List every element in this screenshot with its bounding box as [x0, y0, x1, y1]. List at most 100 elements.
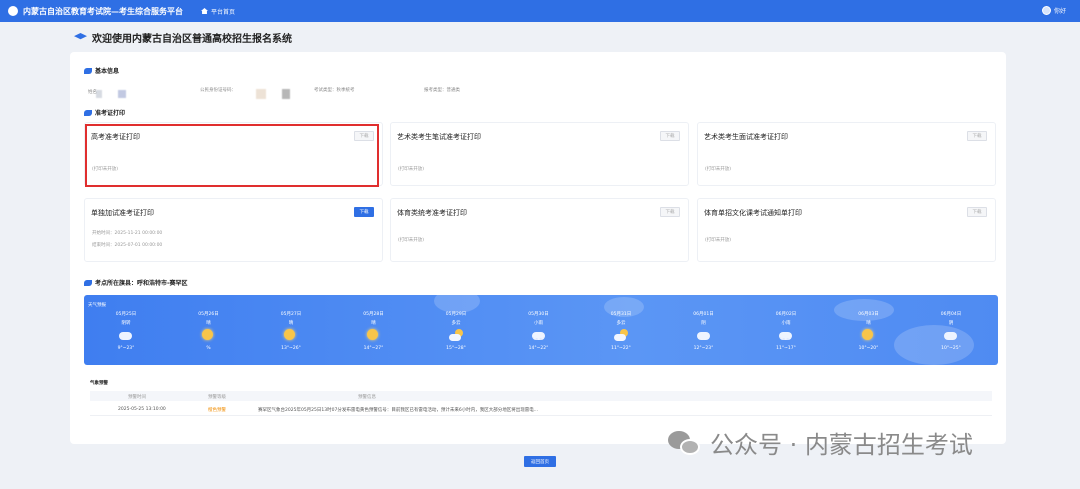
top-nav-bar: 内蒙古自治区教育考试院—考生综合服务平台 平台首页 你好 — [0, 0, 1080, 22]
avatar — [1041, 6, 1051, 15]
redacted-id — [256, 89, 266, 99]
weather-day: 06月02日 小雨 11°~17° — [756, 311, 816, 361]
weather-day: 05月25日 阴转 9°~23° — [96, 311, 156, 361]
download-button[interactable]: 下载 — [660, 207, 680, 217]
download-button[interactable]: 下载 — [354, 207, 374, 217]
card-note: (打印未开放) — [398, 167, 425, 172]
wechat-icon — [668, 428, 702, 458]
weather-temp: % — [206, 346, 211, 351]
download-button[interactable]: 下载 — [660, 131, 680, 141]
card-note: (打印未开放) — [705, 238, 732, 243]
weather-temp: 9°~23° — [117, 346, 135, 351]
sun-icon — [201, 329, 216, 341]
sun-icon — [366, 329, 381, 341]
id-label: 公民身份证号码： — [200, 88, 236, 93]
weather-condition: 阴转 — [121, 321, 131, 326]
table-row: 2025-05-25 13:10:00 橙色预警 赛罕区气象台2025年05月2… — [90, 404, 992, 416]
weather-day: 05月31日 多云 11°~22° — [591, 311, 651, 361]
card-separate-exam-ticket: 单独加试准考证打印 下载 开始时间：2025-11-21 00:00:00 结束… — [84, 198, 383, 262]
graduation-cap-icon — [74, 33, 87, 40]
weather-date: 06月03日 — [858, 312, 879, 317]
weather-temp: 11°~17° — [776, 346, 796, 351]
weather-condition: 晴 — [371, 321, 376, 326]
weather-temp: 10°~25° — [941, 346, 961, 351]
location-title: 考点所在旗县：呼和浩特市-赛罕区 — [95, 280, 188, 287]
weather-day: 05月30日 小雨 14°~22° — [509, 311, 569, 361]
card-title: 体育类统考准考证打印 — [397, 209, 467, 217]
weather-temp: 13°~26° — [281, 346, 301, 351]
weather-day: 06月01日阴 12°~23° — [674, 311, 734, 361]
start-time: 开始时间：2025-11-21 00:00:00 — [92, 231, 163, 236]
weather-date: 05月29日 — [445, 312, 467, 317]
redacted-id — [282, 89, 290, 99]
watermark-text: 公众号 · 内蒙古招生考试 — [710, 431, 973, 459]
weather-condition: 多云 — [616, 321, 626, 326]
sun-icon — [284, 329, 298, 341]
header-level: 预警等级 — [208, 395, 226, 400]
alert-level: 橙色预警 — [208, 408, 226, 413]
table-header: 预警时间 预警等级 预警信息 — [90, 391, 992, 401]
section-marker-icon — [84, 279, 92, 286]
weather-day: 06月03日晴 10°~20° — [839, 311, 899, 361]
home-link[interactable]: 平台首页 — [201, 7, 235, 16]
card-title: 艺术类考生面试准考证打印 — [704, 133, 788, 141]
sun-icon — [861, 329, 876, 341]
download-button[interactable]: 下载 — [967, 207, 987, 217]
card-art-interview-ticket: 艺术类考生面试准考证打印 下载 (打印未开放) — [697, 122, 996, 186]
card-sports-culture-notice: 体育单招文化课考试通知单打印 下载 (打印未开放) — [697, 198, 996, 262]
card-note: (打印未开放) — [398, 238, 425, 243]
weather-date: 06月01日 — [693, 312, 714, 317]
weather-day: 05月28日晴 14°~27° — [344, 311, 404, 361]
weather-condition: 多云 — [451, 321, 461, 326]
alert-table: 预警时间 预警等级 预警信息 2025-05-25 13:10:00 橙色预警 … — [90, 391, 992, 419]
weather-temp: 14°~27° — [363, 346, 384, 351]
redacted-name — [96, 90, 102, 98]
weather-condition: 晴 — [206, 321, 211, 326]
header-time: 预警时间 — [128, 395, 146, 400]
weather-day: 05月29日 多云 15°~28° — [426, 311, 486, 361]
weather-temp: 15°~28° — [446, 346, 466, 351]
logo-icon — [8, 6, 18, 16]
watermark: 公众号 · 内蒙古招生考试 — [668, 425, 973, 460]
weather-temp: 12°~23° — [693, 346, 714, 351]
basic-info-row: 姓名 公民身份证号码： 考试类型：秋季统考 报考类型：普通类 — [88, 87, 988, 101]
section-marker-icon — [84, 109, 92, 116]
end-time: 结束时间：2025-07-01 00:00:00 — [92, 243, 163, 248]
page-header: 欢迎使用内蒙古自治区普通高校招生报名系统 — [74, 30, 292, 45]
user-menu[interactable]: 你好 — [1041, 6, 1066, 15]
section-marker-icon — [84, 67, 92, 74]
weather-date: 05月26日 — [198, 312, 219, 317]
redacted-name — [118, 90, 126, 98]
weather-panel: 天气预报 05月25日 阴转 9°~23° 05月26日晴% 05月27日晴 13°~26… — [84, 295, 998, 365]
partly-cloudy-icon — [449, 329, 463, 341]
partly-cloudy-icon — [614, 329, 628, 341]
weather-condition: 晴 — [288, 321, 294, 326]
weather-day: 05月26日晴% — [179, 311, 239, 361]
card-title: 体育单招文化课考试通知单打印 — [704, 209, 802, 217]
weather-date: 05月27日 — [280, 312, 302, 317]
back-home-button[interactable]: 返回首页 — [524, 456, 556, 467]
weather-condition: 小雨 — [781, 321, 791, 326]
system-title: 内蒙古自治区教育考试院—考生综合服务平台 — [23, 6, 183, 16]
weather-condition: 阴 — [948, 321, 954, 326]
weather-condition: 阴 — [701, 321, 706, 326]
cloudy-icon — [119, 329, 133, 341]
admission-title: 准考证打印 — [95, 110, 126, 117]
admission-heading: 准考证打印 — [84, 108, 125, 117]
card-title: 单独加试准考证打印 — [91, 209, 154, 217]
basic-info-title: 基本信息 — [95, 68, 120, 75]
page-title: 欢迎使用内蒙古自治区普通高校招生报名系统 — [92, 34, 292, 45]
weather-temp: 10°~20° — [858, 346, 879, 351]
exam-type: 考试类型：秋季统考 — [314, 88, 355, 93]
basic-info-heading: 基本信息 — [84, 66, 119, 75]
cloudy-icon — [944, 329, 958, 341]
download-button[interactable]: 下载 — [967, 131, 987, 141]
home-icon — [201, 8, 208, 14]
weather-date: 05月31日 — [610, 312, 632, 317]
weather-date: 06月02日 — [775, 312, 797, 317]
rain-icon — [531, 329, 546, 341]
weather-header: 天气预报 — [88, 303, 106, 308]
weather-condition: 晴 — [866, 321, 871, 326]
weather-condition: 小雨 — [534, 321, 543, 326]
card-sports-ticket: 体育类统考准考证打印 下载 (打印未开放) — [390, 198, 689, 262]
